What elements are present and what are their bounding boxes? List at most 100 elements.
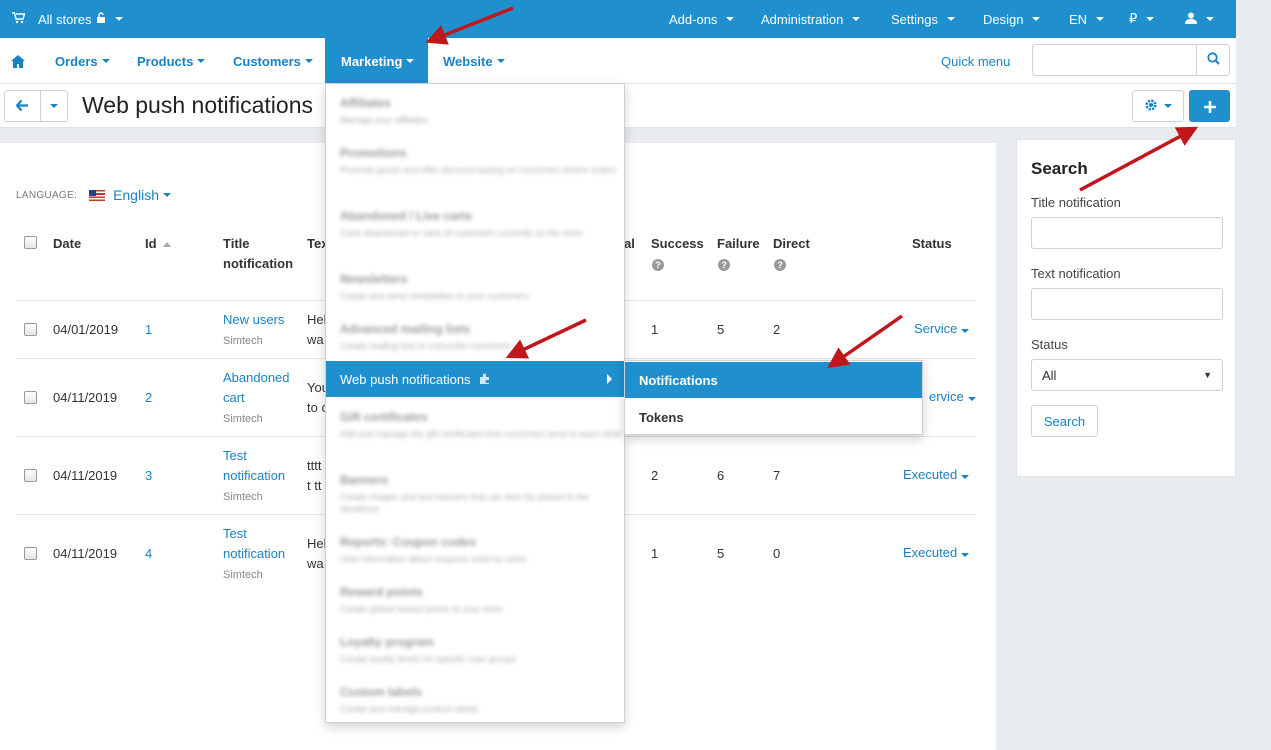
row-id-link[interactable]: 3 [145, 466, 152, 486]
addons-menu[interactable]: Add-ons [669, 0, 735, 38]
design-menu[interactable]: Design [983, 0, 1041, 38]
chevron-down-icon [961, 475, 970, 479]
help-icon[interactable]: ? [774, 259, 786, 271]
menu-item-mailing-lists[interactable]: Advanced mailing lists Create mailing lis… [326, 322, 624, 352]
cart-icon [12, 11, 26, 27]
menu-item-abandoned-carts[interactable]: Abandoned / Live carts Carts abandoned or… [326, 209, 624, 239]
settings-label: Settings [891, 11, 938, 27]
row-company: Simtech [223, 491, 263, 503]
global-search-input[interactable] [1032, 44, 1230, 76]
menu-item-desc: Promote goods and offer discount basing … [340, 165, 617, 175]
row-status-dropdown[interactable]: Service [914, 319, 970, 339]
column-success-label: Success [651, 236, 704, 251]
chevron-down-icon [101, 59, 110, 63]
nav-products[interactable]: Products [137, 38, 206, 84]
unlock-icon [96, 11, 106, 27]
row-direct: 7 [773, 468, 781, 483]
menu-item-affiliates[interactable]: Affiliates Manage your affiliates [326, 96, 624, 126]
row-success: 1 [651, 322, 659, 337]
row-status-label: Executed [903, 545, 958, 560]
row-title-link[interactable]: Test [223, 524, 247, 544]
menu-item-banners[interactable]: Banners Create images and text banners th… [326, 473, 624, 515]
settings-button[interactable] [1132, 90, 1184, 122]
row-title-link-line2[interactable]: notification [223, 466, 285, 486]
column-date[interactable]: Date [53, 234, 81, 254]
language-selector: LANGUAGE: English [16, 187, 171, 203]
column-direct[interactable]: Direct? [773, 234, 810, 274]
row-title-link[interactable]: New users [223, 310, 284, 330]
row-title-link-line2[interactable]: notification [223, 544, 285, 564]
title-notification-label: Title notification [1031, 195, 1121, 210]
menu-item-coupon-reports[interactable]: Reports: Coupon codes View information ab… [326, 535, 624, 565]
column-total[interactable]: al [624, 234, 635, 254]
back-button-group [4, 90, 68, 122]
title-notification-input[interactable] [1031, 217, 1223, 249]
row-id-link[interactable]: 2 [145, 388, 152, 408]
language-dropdown[interactable]: English [89, 187, 171, 203]
row-checkbox[interactable] [24, 323, 37, 336]
column-id[interactable]: Id [145, 234, 172, 254]
search-submit-button[interactable]: Search [1031, 405, 1098, 437]
row-failure: 5 [717, 546, 725, 561]
chevron-down-icon [115, 17, 124, 21]
nav-orders[interactable]: Orders [55, 38, 110, 84]
page-title: Web push notifications [82, 92, 313, 118]
menu-item-gift-certificates[interactable]: Gift certificates Add and manage the gift… [326, 410, 624, 440]
status-select[interactable]: All ▼ [1031, 359, 1223, 391]
menu-item-title: Promotions [340, 146, 407, 160]
home-icon[interactable] [11, 38, 25, 84]
column-success[interactable]: Success? [651, 234, 704, 274]
row-direct: 2 [773, 322, 781, 337]
language-code: EN [1069, 11, 1088, 27]
column-failure[interactable]: Failure? [717, 234, 760, 274]
row-checkbox[interactable] [24, 547, 37, 560]
back-dropdown-button[interactable] [41, 91, 67, 121]
help-icon[interactable]: ? [718, 259, 730, 271]
chevron-down-icon [1206, 17, 1214, 21]
select-all-checkbox[interactable] [24, 236, 37, 249]
user-menu[interactable] [1185, 0, 1214, 38]
row-text-line1: Hel [307, 536, 327, 551]
row-id-link[interactable]: 4 [145, 544, 152, 564]
column-title[interactable]: Title notification [223, 234, 293, 274]
row-checkbox[interactable] [24, 469, 37, 482]
settings-menu[interactable]: Settings [891, 0, 955, 38]
row-status-dropdown[interactable]: Executed [903, 465, 970, 485]
menu-item-custom-labels[interactable]: Custom labels Create and manage product l… [326, 685, 624, 715]
row-date: 04/11/2019 [53, 390, 118, 405]
row-company: Simtech [223, 413, 263, 425]
row-id-link[interactable]: 1 [145, 320, 152, 340]
menu-item-reward-points[interactable]: Reward points Create global reward points… [326, 585, 624, 615]
menu-item-newsletters[interactable]: Newsletters Create and send newsletters t… [326, 272, 624, 302]
text-notification-input[interactable] [1031, 288, 1223, 320]
menu-item-loyalty-program[interactable]: Loyalty program Create loyalty levels for… [326, 635, 624, 665]
row-status-dropdown[interactable]: Executed [903, 543, 970, 563]
language-label: LANGUAGE: [16, 189, 78, 201]
row-title-link[interactable]: Test [223, 446, 247, 466]
chevron-down-icon [961, 329, 970, 333]
row-checkbox[interactable] [24, 391, 37, 404]
nav-customers[interactable]: Customers [233, 38, 313, 84]
row-title-link[interactable]: Abandoned [223, 368, 290, 388]
menu-item-desc: Create loyalty levels for specific user … [340, 654, 517, 664]
search-button[interactable] [1196, 45, 1229, 75]
submenu-notifications[interactable]: Notifications [625, 362, 922, 398]
row-status-dropdown[interactable]: ervice [929, 387, 976, 407]
currency-menu[interactable]: ₽ [1129, 0, 1155, 38]
gear-icon [1144, 98, 1158, 115]
menu-item-promotions[interactable]: Promotions Promote goods and offer discou… [326, 146, 624, 176]
menu-item-web-push[interactable]: Web push notifications [326, 361, 624, 397]
submenu-tokens[interactable]: Tokens [625, 399, 922, 435]
administration-menu[interactable]: Administration [761, 0, 861, 38]
store-switcher[interactable]: All stores [12, 0, 124, 38]
menu-item-desc: Create global reward points to your stor… [340, 604, 503, 614]
nav-website[interactable]: Website [443, 38, 505, 84]
nav-marketing[interactable]: Marketing [325, 38, 428, 84]
help-icon[interactable]: ? [652, 259, 664, 271]
row-title-link-line2[interactable]: cart [223, 388, 245, 408]
column-id-label: Id [145, 236, 157, 251]
quick-menu-link[interactable]: Quick menu [941, 54, 1010, 69]
language-menu[interactable]: EN [1069, 0, 1105, 38]
back-button[interactable] [5, 91, 42, 121]
add-notification-button[interactable] [1189, 90, 1230, 122]
